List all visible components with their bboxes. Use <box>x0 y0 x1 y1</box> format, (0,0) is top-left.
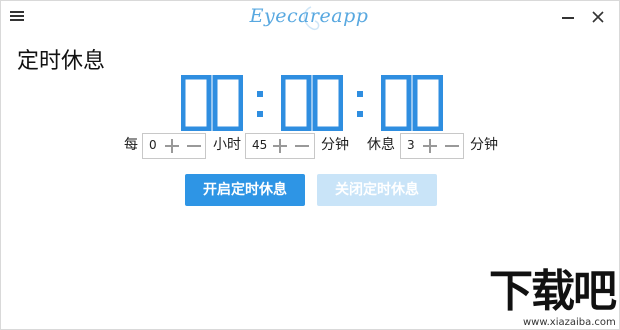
interval-minutes-value[interactable]: 45 <box>252 138 267 152</box>
app-window: Eyecareapp 定时休息 00 00 00 每 0 小时 45 分钟 休息… <box>0 0 620 330</box>
app-logo: Eyecareapp <box>249 3 369 33</box>
rest-minutes-stepper[interactable]: 3 <box>400 133 464 159</box>
page-title: 定时休息 <box>17 49 106 74</box>
seconds-digits: 00 <box>381 75 443 131</box>
rest-minutes-value[interactable]: 3 <box>407 138 415 152</box>
colon-separator <box>353 75 367 131</box>
close-icon <box>592 11 604 23</box>
close-button[interactable] <box>587 7 609 27</box>
plus-icon[interactable] <box>271 137 289 155</box>
brand-name: Eyecareapp <box>249 5 369 27</box>
rest-unit-label: 分钟 <box>470 137 498 153</box>
colon-separator <box>253 75 267 131</box>
watermark-url: www.xiazaiba.com <box>523 317 616 328</box>
hamburger-menu-icon[interactable] <box>10 11 24 21</box>
interval-hours-stepper[interactable]: 0 <box>142 133 206 159</box>
minimize-icon <box>562 17 574 19</box>
hours-digits: 00 <box>181 75 243 131</box>
title-bar: Eyecareapp <box>1 1 619 33</box>
minutes-digits: 00 <box>281 75 343 131</box>
every-label: 每 <box>124 137 138 153</box>
hours-label: 小时 <box>213 137 241 153</box>
countdown-display: 00 00 00 <box>181 75 443 131</box>
start-timed-rest-button[interactable]: 开启定时休息 <box>185 174 305 206</box>
plus-icon[interactable] <box>163 137 181 155</box>
interval-hours-value[interactable]: 0 <box>149 138 157 152</box>
minimize-button[interactable] <box>557 7 579 27</box>
minus-icon[interactable] <box>185 137 203 155</box>
minus-icon[interactable] <box>293 137 311 155</box>
rest-label: 休息 <box>367 137 395 153</box>
watermark: 下载吧 www.xiazaiba.com <box>483 269 617 329</box>
watermark-logo: 下载吧 <box>489 266 617 317</box>
minus-icon[interactable] <box>443 137 461 155</box>
interval-minutes-stepper[interactable]: 45 <box>245 133 315 159</box>
stop-timed-rest-button[interactable]: 关闭定时休息 <box>317 174 437 206</box>
plus-icon[interactable] <box>421 137 439 155</box>
minutes-label: 分钟 <box>321 137 349 153</box>
